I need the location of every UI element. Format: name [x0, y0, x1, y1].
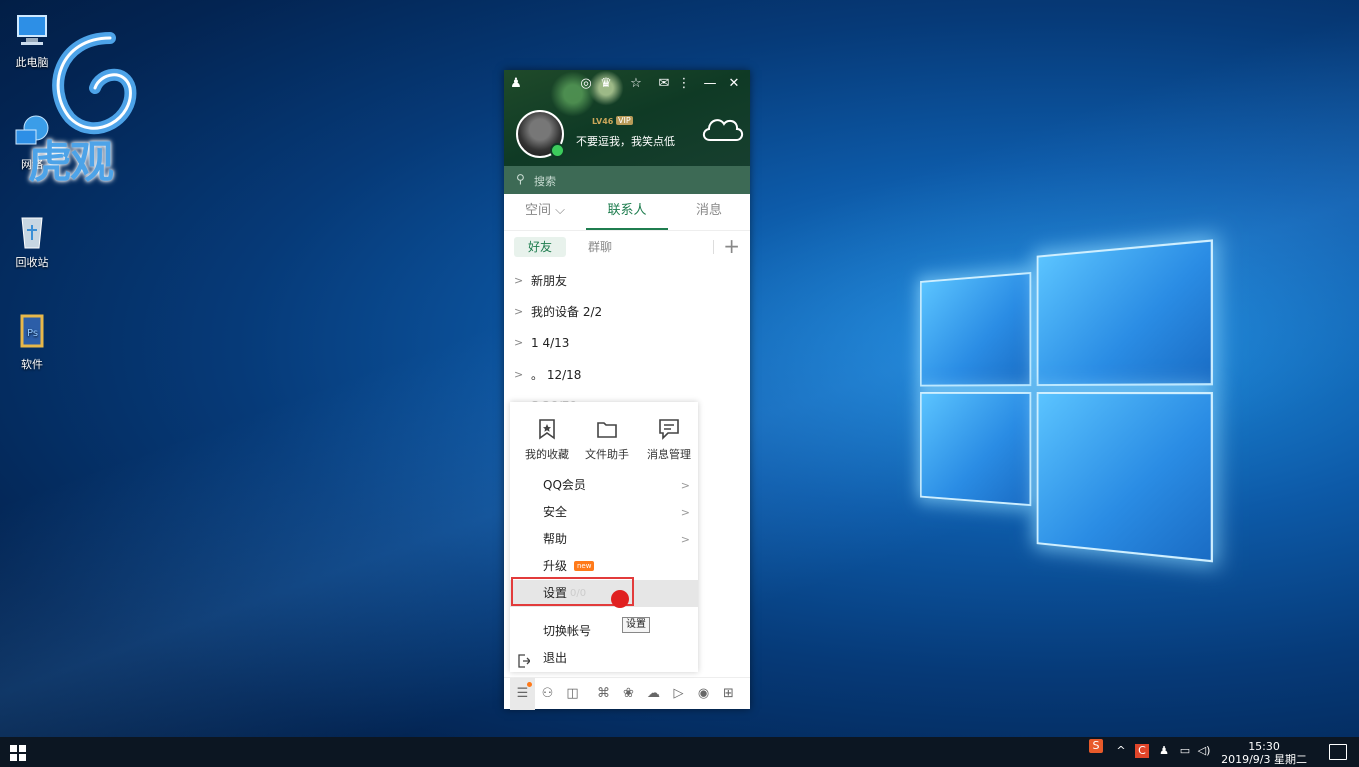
contact-subtabs: 好友 群聊 +	[504, 234, 750, 260]
tab-messages[interactable]: 消息	[668, 194, 750, 230]
subtab-groups[interactable]: 群聊	[574, 237, 626, 257]
group-row[interactable]: > 。 12/18	[504, 360, 750, 390]
search-bar[interactable]: ⚲ 搜索	[504, 166, 750, 194]
bottom-toolbar: ☰ ⚇ ◫ ⌘ ❀ ☁ ▷ ◉ ⊞	[504, 677, 750, 710]
add-friend-icon[interactable]: ⚇	[535, 678, 560, 710]
menu-item-exit[interactable]: 退出	[510, 645, 698, 672]
menu-icon[interactable]: ☰	[510, 678, 535, 710]
taskbar: S ^ C ♟ ▭ ◁) 15:30 2019/9/3 星期二	[0, 737, 1359, 767]
star-icon[interactable]: ☆	[628, 76, 644, 92]
group-row[interactable]: > 1 4/13	[504, 328, 750, 358]
app-icon[interactable]: C	[1135, 744, 1149, 758]
new-badge: new	[574, 561, 595, 571]
vip-badge: VIP	[616, 116, 633, 125]
search-placeholder: 搜索	[534, 175, 556, 188]
bookmark-star-icon	[536, 418, 558, 440]
menu-item-upgrade[interactable]: 升级 new	[510, 553, 698, 580]
minimize-icon[interactable]: —	[702, 76, 718, 92]
skin-icon[interactable]: ◎	[578, 76, 594, 92]
medal-icon[interactable]: ♛	[598, 76, 614, 92]
folder-icon: Ps	[12, 312, 52, 352]
mail-icon[interactable]: ✉	[656, 76, 672, 92]
windows-logo-wallpaper	[920, 214, 1220, 570]
windows-start-icon[interactable]	[10, 745, 26, 761]
menu-item-help[interactable]: 帮助 >	[510, 526, 698, 553]
sogou-icon[interactable]: S	[1089, 739, 1103, 753]
main-tabs: 空间 ⌵ 联系人 消息	[504, 194, 750, 231]
pet-icon[interactable]: ❀	[616, 678, 641, 710]
menu-item-security[interactable]: 安全 >	[510, 499, 698, 526]
main-menu-popup: 我的收藏 文件助手 消息管理 QQ会员 > 安全 > 帮助 > 升级 new 设…	[510, 402, 698, 672]
chevron-right-icon: >	[680, 479, 690, 492]
chevron-right-icon: >	[514, 336, 524, 349]
weather-cloud-icon[interactable]	[700, 114, 744, 142]
tab-contacts[interactable]: 联系人	[586, 194, 668, 230]
video-icon[interactable]: ▷	[666, 678, 691, 710]
divider	[713, 240, 714, 254]
settings-tooltip: 设置	[622, 617, 650, 633]
map-icon[interactable]: ⌘	[591, 678, 616, 710]
cursor-click-indicator	[611, 590, 629, 608]
level-badge: LV46	[592, 117, 614, 126]
exit-icon	[518, 651, 531, 668]
apps-icon[interactable]: ◫	[560, 678, 585, 710]
chevron-right-icon: >	[514, 305, 524, 318]
chevron-right-icon: >	[514, 274, 524, 287]
svg-text:Ps: Ps	[27, 328, 38, 339]
grid-icon[interactable]: ⊞	[716, 678, 741, 710]
quick-label: 文件助手	[585, 448, 629, 461]
desktop-icon-software[interactable]: Ps 软件	[2, 312, 62, 372]
group-row[interactable]: > 新朋友	[504, 266, 750, 296]
close-icon[interactable]: ✕	[726, 76, 742, 92]
more-icon[interactable]: ⋮	[676, 76, 692, 92]
clock-time: 15:30	[1248, 740, 1280, 753]
qq-penguin-icon[interactable]: ♟	[1157, 744, 1171, 758]
tab-qzone[interactable]: 空间 ⌵	[504, 194, 586, 230]
penguin-icon[interactable]: ♟	[508, 76, 524, 92]
add-plus-icon[interactable]: +	[723, 234, 740, 258]
chevron-right-icon: >	[680, 506, 690, 519]
volume-icon[interactable]: ◁)	[1197, 744, 1211, 758]
group-row[interactable]: > 我的设备 2/2	[504, 297, 750, 327]
weiyun-icon[interactable]: ☁	[641, 678, 666, 710]
message-icon	[658, 418, 680, 440]
menu-item-qq-vip[interactable]: QQ会员 >	[510, 472, 698, 499]
subtab-friends[interactable]: 好友	[514, 237, 567, 257]
search-icon: ⚲	[516, 172, 525, 186]
desktop-icon-label: 软件	[21, 358, 43, 371]
network-icon[interactable]: ▭	[1178, 744, 1192, 758]
desktop-icon-label: 回收站	[15, 256, 49, 269]
quick-file-assistant[interactable]: 文件助手	[577, 418, 637, 462]
menu-item-switch-account[interactable]: 切换帐号	[510, 618, 698, 645]
recycle-bin-icon	[12, 210, 52, 250]
chevron-up-icon[interactable]: ^	[1114, 744, 1128, 758]
music-icon[interactable]: ◉	[691, 678, 716, 710]
chevron-right-icon: >	[514, 368, 524, 381]
watermark-text: 虎观	[28, 137, 114, 188]
qq-profile-header: ♟ ◎ ♛ ☆ ✉ ⋮ — ✕ LV46 VIP 不要逗我，我笑点低	[504, 70, 750, 166]
quick-label: 消息管理	[647, 448, 691, 461]
quick-message-manager[interactable]: 消息管理	[639, 418, 699, 462]
online-status-dot	[550, 143, 565, 158]
clock-date: 2019/9/3 星期二	[1221, 753, 1307, 766]
quick-favorites[interactable]: 我的收藏	[517, 418, 577, 462]
notification-icon[interactable]	[1329, 744, 1347, 760]
folder-icon	[596, 418, 618, 440]
quick-label: 我的收藏	[525, 448, 569, 461]
desktop-icon-recycle-bin[interactable]: 回收站	[2, 210, 62, 270]
clock[interactable]: 15:30 2019/9/3 星期二	[1221, 740, 1307, 766]
signature-text[interactable]: 不要逗我，我笑点低	[576, 133, 675, 149]
chevron-right-icon: >	[680, 533, 690, 546]
